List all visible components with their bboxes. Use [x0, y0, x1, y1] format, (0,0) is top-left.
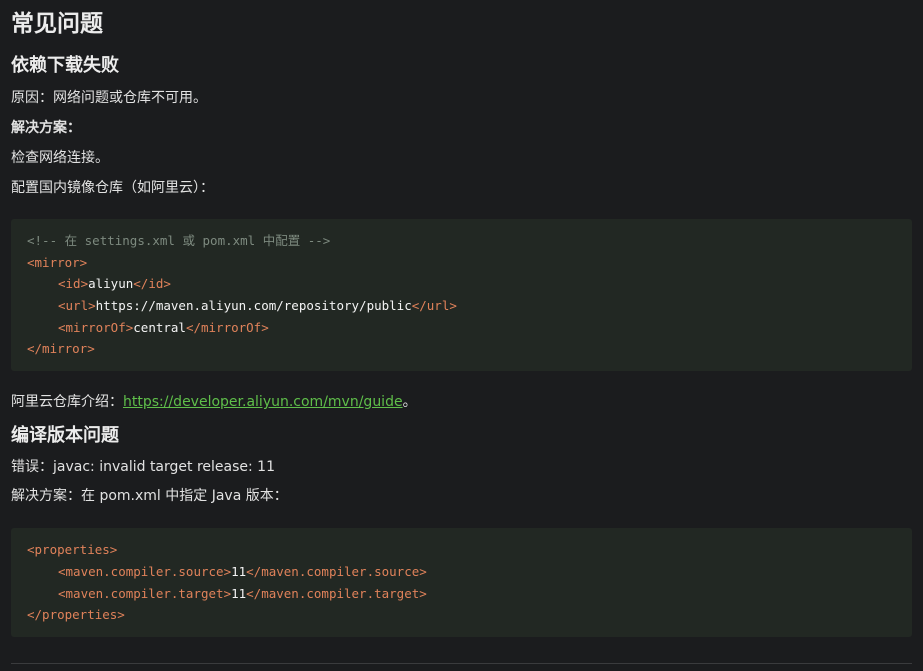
code-block-mirror-config[interactable]: <!-- 在 settings.xml 或 pom.xml 中配置 --> <mi…: [11, 219, 912, 372]
page-title: 常见问题: [11, 11, 103, 37]
error-text: 错误：javac: invalid target release: 11: [11, 459, 275, 476]
code-line: <!-- 在 settings.xml 或 pom.xml 中配置 -->: [27, 230, 896, 252]
code-tag: <maven.compiler.source>: [58, 563, 232, 579]
aliyun-intro: 阿里云仓库介绍：https://developer.aliyun.com/mvn…: [11, 392, 912, 412]
code-comment: <!-- 在 settings.xml 或 pom.xml 中配置 -->: [27, 233, 331, 248]
code-tag: </id>: [133, 276, 171, 292]
reason-text: 原因：网络问题或仓库不可用。: [11, 90, 207, 106]
step-configure-mirror: 配置国内镜像仓库（如阿里云）：: [11, 180, 214, 196]
solution-label: 解决方案：: [11, 120, 81, 136]
code-value: aliyun: [88, 276, 134, 292]
code-tag: </url>: [411, 298, 457, 314]
aliyun-intro-suffix: 。: [402, 394, 417, 411]
section-heading-compile-version: 编译版本问题: [11, 425, 119, 447]
code-line: </properties>: [27, 604, 896, 626]
code-tag: <mirror>: [27, 254, 88, 270]
section-divider: [11, 663, 912, 664]
code-line: <maven.compiler.target>11</maven.compile…: [27, 583, 896, 605]
step-check-network: 检查网络连接。: [11, 150, 109, 166]
code-tag: <mirrorOf>: [58, 319, 134, 335]
code-value: 11: [231, 585, 247, 601]
code-line: <url>https://maven.aliyun.com/repository…: [27, 295, 896, 317]
code-tag: </properties>: [27, 607, 125, 623]
code-value: https://maven.aliyun.com/repository/publ…: [95, 298, 412, 314]
code-tag: <properties>: [27, 542, 118, 558]
code-tag: <maven.compiler.target>: [58, 585, 232, 601]
code-tag: </maven.compiler.source>: [246, 563, 427, 579]
code-line: <id>aliyun</id>: [27, 273, 896, 295]
code-tag: <id>: [58, 276, 89, 292]
section-heading-dependency-download: 依赖下载失败: [11, 55, 119, 76]
code-tag: </mirrorOf>: [185, 319, 269, 335]
solution-text: 解决方案：在 pom.xml 中指定 Java 版本：: [11, 488, 288, 505]
code-line: <mirrorOf>central</mirrorOf>: [27, 317, 896, 339]
code-line: <properties>: [27, 539, 896, 561]
code-line: </mirror>: [27, 338, 896, 360]
code-line: <mirror>: [27, 252, 896, 274]
code-tag: </maven.compiler.target>: [246, 585, 427, 601]
code-value: central: [133, 319, 186, 335]
code-tag: <url>: [58, 298, 96, 314]
code-line: <maven.compiler.source>11</maven.compile…: [27, 561, 896, 583]
code-value: 11: [231, 563, 247, 579]
aliyun-intro-prefix: 阿里云仓库介绍：: [11, 394, 123, 411]
aliyun-guide-link[interactable]: https://developer.aliyun.com/mvn/guide: [123, 394, 403, 410]
code-block-compiler-properties[interactable]: <properties> <maven.compiler.source>11</m…: [11, 528, 912, 637]
code-tag: </mirror>: [27, 341, 95, 357]
faq-page: 常见问题 依赖下载失败 原因：网络问题或仓库不可用。 解决方案： 检查网络连接。…: [0, 0, 923, 671]
